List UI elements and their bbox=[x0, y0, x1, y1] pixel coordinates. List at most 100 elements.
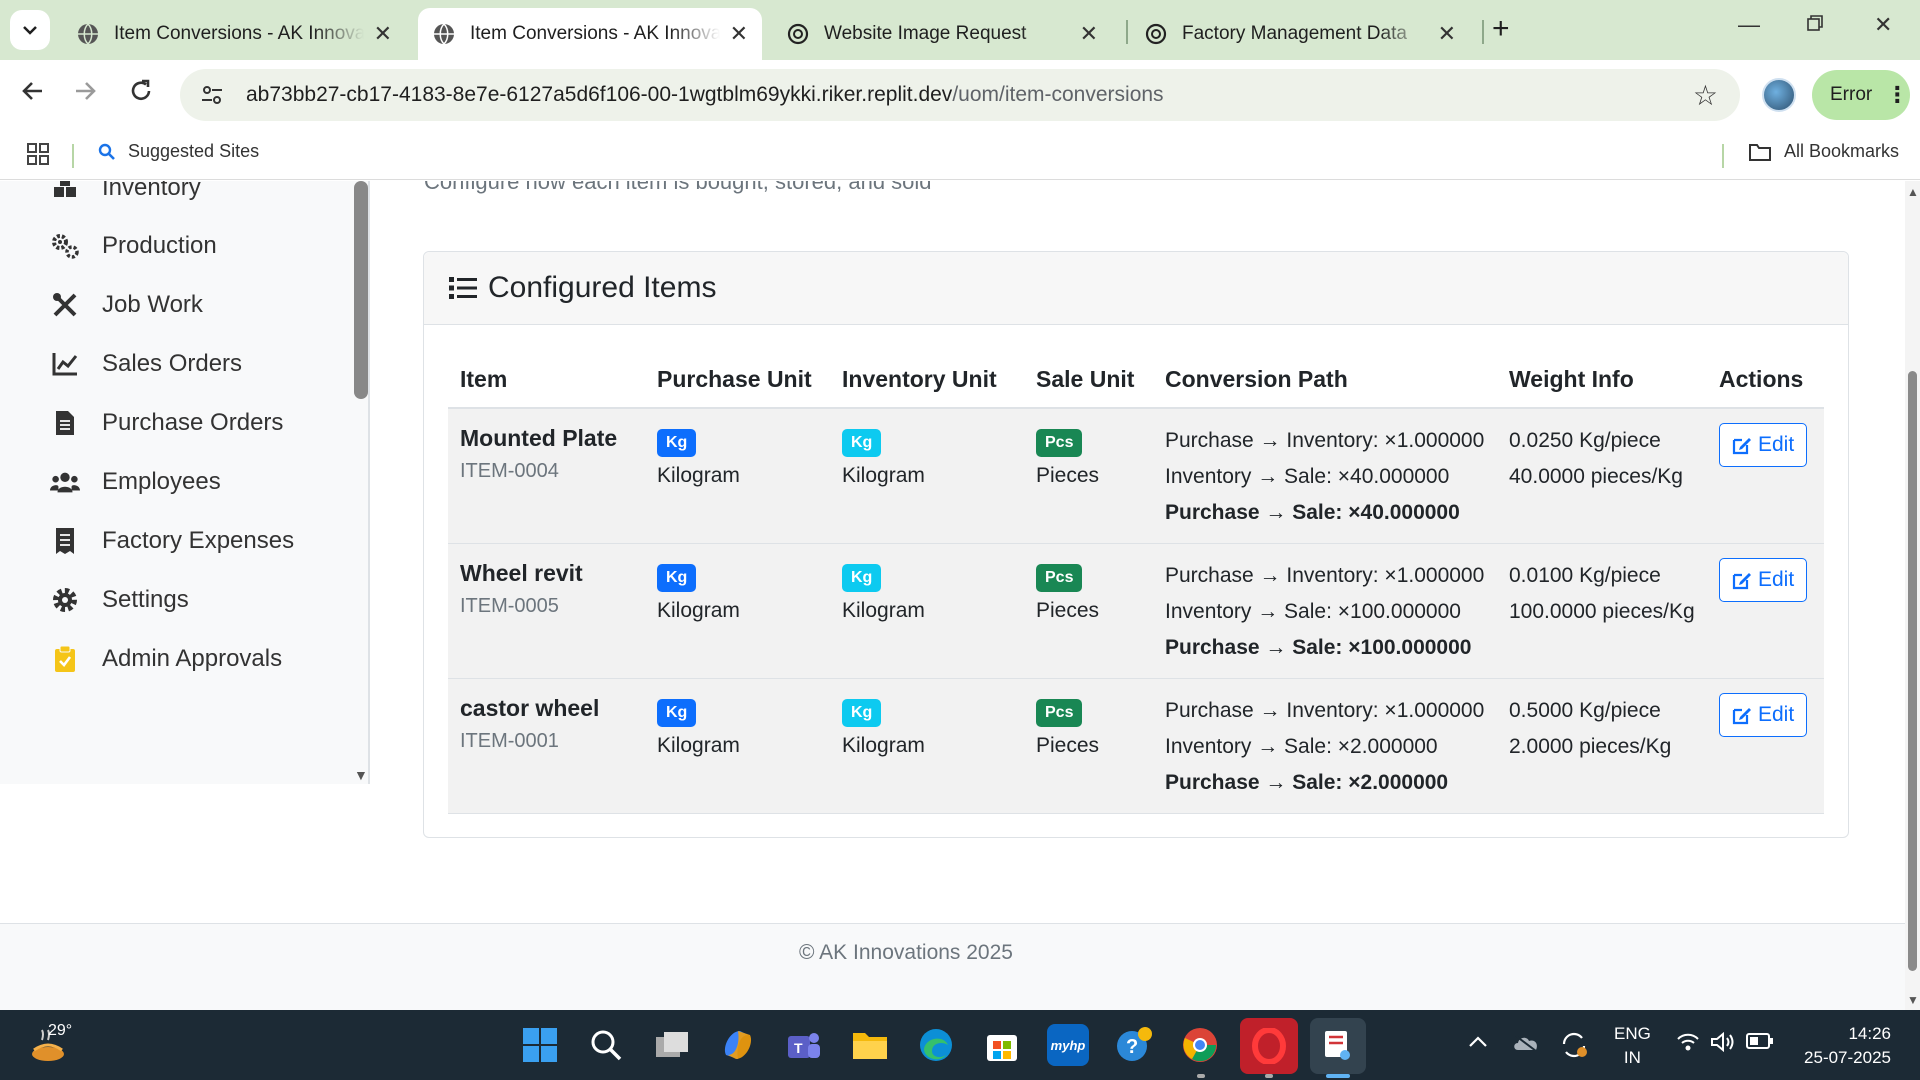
myhp-icon[interactable]: myhp bbox=[1047, 1024, 1089, 1066]
edit-button[interactable]: Edit bbox=[1719, 423, 1808, 467]
url-text[interactable]: ab73bb27-cb17-4183-8e7e-6127a5d6f106-00-… bbox=[246, 83, 1164, 107]
sidebar-item-employees[interactable]: Employees bbox=[50, 467, 221, 497]
weight-per-piece: 0.5000 Kg/piece bbox=[1509, 699, 1661, 722]
sidebar-item-label: Sales Orders bbox=[102, 350, 243, 377]
browser-tab-1[interactable]: Item Conversions - AK Innovations ✕ bbox=[62, 8, 406, 60]
edit-icon bbox=[1732, 573, 1751, 590]
sidebar-item-inventory[interactable]: Inventory bbox=[50, 181, 201, 203]
snipping-tool-icon[interactable] bbox=[1310, 1018, 1366, 1074]
copilot-icon[interactable] bbox=[717, 1024, 759, 1066]
unit-badge: Kg bbox=[842, 564, 882, 592]
sidebar-item-label: Job Work bbox=[102, 291, 203, 318]
browser-tab-4[interactable]: Factory Management Data ✕ bbox=[1130, 8, 1470, 60]
profile-avatar[interactable] bbox=[1762, 78, 1796, 112]
sync-icon[interactable] bbox=[1560, 1032, 1588, 1063]
unit-name: Kilogram bbox=[657, 734, 740, 757]
actions-cell: Edit bbox=[1707, 678, 1824, 814]
sidebar-item-job-work[interactable]: Job Work bbox=[50, 290, 203, 320]
sidebar-item-factory-expenses[interactable]: Factory Expenses bbox=[50, 526, 294, 556]
site-settings-icon[interactable] bbox=[198, 81, 226, 109]
gears-icon bbox=[50, 231, 80, 261]
start-menu-icon[interactable] bbox=[519, 1024, 561, 1066]
back-icon[interactable] bbox=[20, 78, 46, 111]
purchase-unit-cell: Kg Kilogram bbox=[645, 408, 830, 544]
sidebar-item-settings[interactable]: Settings bbox=[50, 585, 189, 615]
page-scrollbar-thumb[interactable] bbox=[1908, 371, 1917, 971]
column-header-inventory-unit: Inventory Unit bbox=[830, 348, 1024, 409]
volume-icon[interactable] bbox=[1710, 1031, 1736, 1057]
inventory-unit-cell: Kg Kilogram bbox=[830, 543, 1024, 679]
reload-icon[interactable] bbox=[128, 78, 154, 111]
task-view-icon[interactable] bbox=[651, 1024, 693, 1066]
item-code: ITEM-0004 bbox=[460, 460, 559, 482]
sidebar-item-production[interactable]: Production bbox=[50, 231, 217, 261]
edge-icon[interactable] bbox=[915, 1024, 957, 1066]
search-icon[interactable] bbox=[585, 1024, 627, 1066]
battery-icon[interactable] bbox=[1746, 1032, 1774, 1055]
language-indicator[interactable]: ENG IN bbox=[1614, 1022, 1651, 1070]
conversion-inventory-sale: Inventory → Sale: ×2.000000 bbox=[1165, 735, 1438, 758]
close-tab-icon[interactable]: ✕ bbox=[1438, 21, 1456, 47]
tab-search-button[interactable] bbox=[10, 10, 50, 50]
browser-toolbar: ab73bb27-cb17-4183-8e7e-6127a5d6f106-00-… bbox=[0, 60, 1920, 130]
close-tab-icon[interactable]: ✕ bbox=[730, 21, 748, 47]
restore-icon[interactable] bbox=[1806, 12, 1824, 38]
sidebar-item-label: Settings bbox=[102, 586, 189, 613]
snipping-tool-active-indicator bbox=[1326, 1074, 1350, 1078]
profile-error-button[interactable]: Error ⋮ bbox=[1812, 70, 1910, 120]
table-row: Mounted Plate ITEM-0004 Kg Kilogram Kg K… bbox=[448, 408, 1824, 544]
edit-button[interactable]: Edit bbox=[1719, 693, 1808, 737]
more-menu-icon[interactable]: ⋮ bbox=[1886, 84, 1908, 106]
bookmark-star-icon[interactable]: ☆ bbox=[1693, 79, 1718, 112]
table-row: castor wheel ITEM-0001 Kg Kilogram Kg Ki… bbox=[448, 678, 1824, 814]
apps-grid-icon[interactable] bbox=[26, 142, 50, 166]
sidebar-scrollbar[interactable] bbox=[354, 181, 368, 399]
opera-icon[interactable] bbox=[1240, 1018, 1298, 1074]
column-header-conversion-path: Conversion Path bbox=[1153, 348, 1497, 409]
close-tab-icon[interactable]: ✕ bbox=[1080, 21, 1098, 47]
browser-tab-3[interactable]: Website Image Request ✕ bbox=[772, 8, 1112, 60]
system-clock[interactable]: 14:26 25-07-2025 bbox=[1795, 1022, 1891, 1070]
teams-icon[interactable]: T bbox=[783, 1024, 825, 1066]
minimize-icon[interactable]: — bbox=[1738, 12, 1760, 38]
unit-name: Kilogram bbox=[657, 464, 740, 487]
close-tab-icon[interactable]: ✕ bbox=[374, 21, 392, 47]
edit-button[interactable]: Edit bbox=[1719, 558, 1808, 602]
close-window-icon[interactable]: ✕ bbox=[1874, 12, 1892, 38]
bookmark-suggested-sites[interactable]: Suggested Sites bbox=[98, 141, 259, 162]
address-bar[interactable]: ab73bb27-cb17-4183-8e7e-6127a5d6f106-00-… bbox=[180, 69, 1740, 121]
page-scrollbar[interactable]: ▲ ▼ bbox=[1905, 181, 1920, 1010]
sidebar-scroll-down-icon[interactable]: ▼ bbox=[354, 767, 368, 783]
wifi-icon[interactable] bbox=[1676, 1032, 1700, 1057]
sale-unit-cell: Pcs Pieces bbox=[1024, 543, 1153, 679]
opera-running-indicator bbox=[1265, 1074, 1273, 1078]
sale-unit-cell: Pcs Pieces bbox=[1024, 678, 1153, 814]
scroll-up-icon[interactable]: ▲ bbox=[1907, 185, 1919, 199]
conversion-purchase-sale: Purchase → Sale: ×40.000000 bbox=[1165, 501, 1460, 524]
sidebar-item-sales-orders[interactable]: Sales Orders bbox=[50, 349, 242, 379]
tab-separator bbox=[1126, 20, 1128, 44]
browser-tab-bar: Item Conversions - AK Innovations ✕ Item… bbox=[0, 0, 1920, 60]
conversion-purchase-inventory: Purchase → Inventory: ×1.000000 bbox=[1165, 429, 1485, 452]
unit-badge: Kg bbox=[842, 429, 882, 457]
new-tab-icon[interactable]: + bbox=[1492, 12, 1510, 46]
tab-title: Item Conversions - AK Innovations bbox=[114, 23, 364, 44]
file-explorer-icon[interactable] bbox=[849, 1024, 891, 1066]
browser-tab-2[interactable]: Item Conversions - AK Innovations ✕ bbox=[418, 8, 762, 60]
forward-icon[interactable] bbox=[72, 78, 98, 111]
microsoft-store-icon[interactable] bbox=[981, 1024, 1023, 1066]
onedrive-icon[interactable] bbox=[1512, 1032, 1540, 1057]
configured-items-card: Configured Items Item Purchase Unit Inve… bbox=[423, 251, 1849, 838]
sidebar-item-purchase-orders[interactable]: Purchase Orders bbox=[50, 408, 283, 438]
sidebar-item-admin-approvals[interactable]: Admin Approvals bbox=[50, 644, 282, 674]
tab-title: Item Conversions - AK Innovations bbox=[470, 23, 720, 44]
chrome-icon[interactable] bbox=[1179, 1024, 1221, 1066]
card-header: Configured Items bbox=[424, 252, 1848, 325]
weight-per-piece: 0.0100 Kg/piece bbox=[1509, 564, 1661, 587]
receipt-icon bbox=[50, 526, 80, 556]
show-hidden-icons[interactable] bbox=[1468, 1032, 1488, 1053]
clock-time: 14:26 bbox=[1848, 1024, 1891, 1043]
scroll-down-icon[interactable]: ▼ bbox=[1907, 993, 1919, 1007]
help-icon[interactable]: ? bbox=[1113, 1024, 1155, 1066]
all-bookmarks-button[interactable]: All Bookmarks bbox=[1748, 141, 1899, 162]
